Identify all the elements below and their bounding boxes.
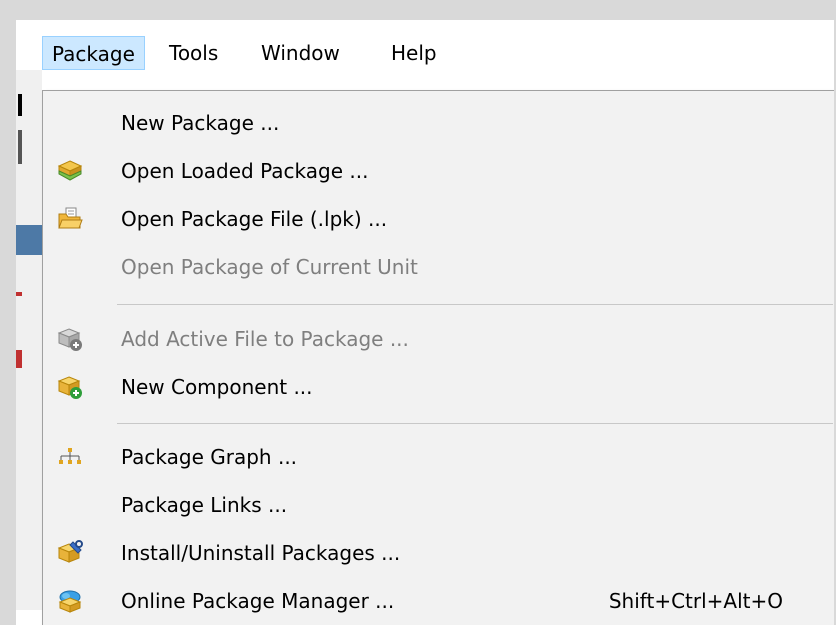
menubar: Package Tools Window Help	[16, 20, 834, 70]
graph-icon	[59, 448, 81, 464]
toolbar-fragment	[18, 94, 22, 116]
menu-item-label: New Component ...	[121, 375, 313, 399]
marker-fragment	[16, 292, 22, 296]
menu-item-new-package[interactable]: New Package ...	[43, 103, 834, 143]
menu-item-label: Online Package Manager ...	[121, 589, 395, 613]
titlebar-fragment-left	[16, 225, 42, 255]
menu-item-open-package-current-unit[interactable]: Open Package of Current Unit	[43, 247, 834, 287]
menu-separator	[117, 423, 833, 424]
menu-item-label: Package Links ...	[121, 493, 288, 517]
menu-item-label: New Package ...	[121, 111, 280, 135]
menu-item-package-links[interactable]: Package Links ...	[43, 485, 834, 525]
menu-item-label: Add Active File to Package ...	[121, 327, 409, 351]
menu-item-open-loaded-package[interactable]: Open Loaded Package ...	[43, 151, 834, 191]
menu-item-open-package-file[interactable]: Open Package File (.lpk) ...	[43, 199, 834, 239]
menu-item-add-active-file[interactable]: Add Active File to Package ...	[43, 319, 834, 359]
toolbar-fragment	[18, 130, 22, 164]
menu-item-online-package-manager[interactable]: Online Package Manager ... Shift+Ctrl+Al…	[43, 581, 834, 621]
menu-item-label: Open Package of Current Unit	[121, 255, 418, 279]
add-file-package-icon	[57, 328, 82, 351]
menu-separator	[117, 304, 833, 305]
package-dropdown-menu: New Package ... Open Loaded Package ... …	[42, 90, 834, 625]
package-stack-icon	[57, 160, 83, 181]
online-package-icon	[58, 590, 82, 613]
ide-window: Package Tools Window Help interface New …	[16, 20, 834, 625]
menu-package[interactable]: Package	[42, 36, 145, 70]
menu-window[interactable]: Window	[252, 36, 349, 70]
new-component-icon	[57, 376, 82, 399]
menu-help[interactable]: Help	[382, 36, 446, 70]
menu-item-label: Open Loaded Package ...	[121, 159, 369, 183]
menu-item-shortcut: Shift+Ctrl+Alt+O	[608, 589, 783, 613]
menu-item-new-component[interactable]: New Component ...	[43, 367, 834, 407]
menu-item-label: Install/Uninstall Packages ...	[121, 541, 401, 565]
menu-tools[interactable]: Tools	[160, 36, 227, 70]
menu-item-install-uninstall[interactable]: Install/Uninstall Packages ...	[43, 533, 834, 573]
menu-item-label: Open Package File (.lpk) ...	[121, 207, 388, 231]
menu-item-label: Package Graph ...	[121, 445, 298, 469]
marker-fragment	[16, 350, 22, 368]
menu-item-package-graph[interactable]: Package Graph ...	[43, 437, 834, 477]
open-folder-icon	[58, 207, 83, 229]
install-package-icon	[57, 540, 83, 563]
